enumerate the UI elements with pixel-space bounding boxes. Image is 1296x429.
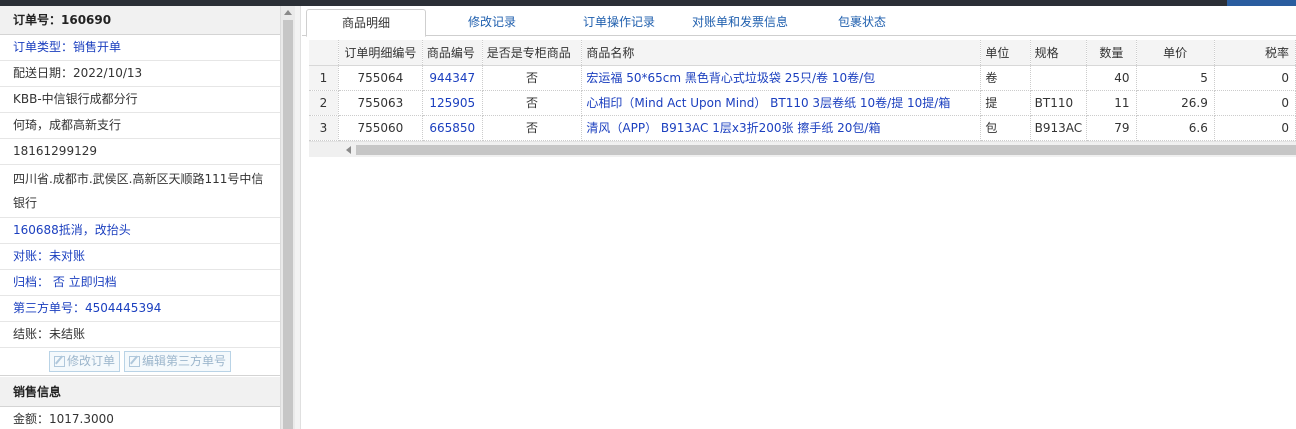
- third-party-number: 第三方单号：4504445394: [0, 296, 280, 322]
- settlement-status: 结账：未结账: [0, 322, 280, 348]
- product-name-link[interactable]: 心相印（Mind Act Upon Mind） BT110 3层卷纸 10卷/提…: [581, 90, 982, 116]
- column-header[interactable]: 单位: [980, 40, 1031, 66]
- detail-id-cell: 755063: [338, 90, 423, 116]
- counter-cell: 否: [482, 90, 583, 116]
- edit-third-party-button[interactable]: 编辑第三方单号: [124, 351, 232, 372]
- qty-cell: 79: [1086, 115, 1137, 141]
- tax-cell: 0: [1214, 115, 1296, 141]
- price-cell: 5: [1136, 65, 1215, 91]
- panel-splitter[interactable]: [295, 6, 301, 429]
- horizontal-scrollbar[interactable]: [309, 140, 1296, 157]
- column-header[interactable]: 商品名称: [581, 40, 982, 66]
- table-row[interactable]: 3 755060 665850 否 清风（APP） B913AC 1层x3折20…: [309, 115, 1296, 141]
- archive-status[interactable]: 归档： 否 立即归档: [0, 270, 280, 296]
- delivery-date: 配送日期：2022/10/13: [0, 61, 280, 87]
- row-number-header: [309, 40, 339, 66]
- detail-panel: 商品明细 修改记录 订单操作记录 对账单和发票信息 包裹状态 订单明细编号 商品…: [302, 6, 1296, 429]
- tab-bar: 商品明细 修改记录 订单操作记录 对账单和发票信息 包裹状态: [302, 6, 1296, 37]
- edit-order-button[interactable]: 修改订单: [48, 351, 120, 372]
- table-row[interactable]: 2 755063 125905 否 心相印（Mind Act Upon Mind…: [309, 90, 1296, 116]
- table-row[interactable]: 1 755064 944347 否 宏运福 50*65cm 黑色背心式垃圾袋 2…: [309, 65, 1296, 91]
- column-header[interactable]: 是否是专柜商品: [482, 40, 583, 66]
- order-note: 160688抵消，改抬头: [0, 218, 280, 244]
- scroll-left-icon[interactable]: [346, 145, 351, 154]
- row-number: 2: [309, 90, 339, 116]
- detail-id-cell: 755064: [338, 65, 423, 91]
- horizontal-scrollbar-thumb[interactable]: [356, 144, 1296, 155]
- product-id-link[interactable]: 125905: [422, 90, 483, 116]
- counter-cell: 否: [482, 115, 583, 141]
- unit-cell: 卷: [980, 65, 1031, 91]
- order-type-label: 订单类型：: [13, 40, 74, 54]
- product-id-link[interactable]: 944347: [422, 65, 483, 91]
- table-header: 订单明细编号 商品编号 是否是专柜商品 商品名称 单位 规格 数量 单价 税率: [309, 40, 1296, 66]
- tab-modify-log[interactable]: 修改记录: [442, 9, 542, 36]
- tab-product-details[interactable]: 商品明细: [306, 9, 426, 37]
- contact-phone: 18161299129: [0, 139, 280, 165]
- product-grid: 订单明细编号 商品编号 是否是专柜商品 商品名称 单位 规格 数量 单价 税率 …: [309, 40, 1296, 157]
- sales-amount: 金额：1017.3000: [0, 407, 280, 429]
- column-header[interactable]: 单价: [1136, 40, 1215, 66]
- edit-order-label: 修改订单: [66, 354, 115, 368]
- spec-cell: BT110: [1030, 90, 1088, 116]
- product-name-link[interactable]: 宏运福 50*65cm 黑色背心式垃圾袋 25只/卷 10卷/包: [581, 65, 982, 91]
- delivery-address: 四川省.成都市.武侯区.高新区天顺路111号中信银行: [0, 165, 280, 218]
- order-type: 订单类型：销售开单: [0, 35, 280, 61]
- edit-third-party-label: 编辑第三方单号: [142, 354, 227, 368]
- sales-info-title: 销售信息: [0, 377, 280, 407]
- detail-id-cell: 755060: [338, 115, 423, 141]
- spec-cell: [1030, 65, 1088, 91]
- unit-cell: 提: [980, 90, 1031, 116]
- qty-cell: 11: [1086, 90, 1137, 116]
- counter-cell: 否: [482, 65, 583, 91]
- scroll-up-icon[interactable]: [284, 10, 292, 15]
- edit-icon: [129, 356, 140, 367]
- contact-name: 何琦，成都高新支行: [0, 113, 280, 139]
- tab-statement-invoice[interactable]: 对账单和发票信息: [680, 9, 800, 36]
- column-header[interactable]: 数量: [1086, 40, 1137, 66]
- column-header[interactable]: 订单明细编号: [338, 40, 423, 66]
- scrollbar-thumb[interactable]: [283, 20, 293, 429]
- tax-cell: 0: [1214, 65, 1296, 91]
- product-id-link[interactable]: 665850: [422, 115, 483, 141]
- tab-package-status[interactable]: 包裹状态: [814, 9, 910, 36]
- order-type-value: 销售开单: [73, 40, 122, 54]
- spec-cell: B913AC: [1030, 115, 1088, 141]
- row-number: 1: [309, 65, 339, 91]
- row-number: 3: [309, 115, 339, 141]
- left-scrollbar[interactable]: [281, 6, 295, 429]
- tax-cell: 0: [1214, 90, 1296, 116]
- unit-cell: 包: [980, 115, 1031, 141]
- order-actions: 修改订单 编辑第三方单号: [0, 348, 280, 376]
- customer-name: KBB-中信银行成都分行: [0, 87, 280, 113]
- column-header[interactable]: 规格: [1030, 40, 1088, 66]
- reconcile-status: 对账：未对账: [0, 244, 280, 270]
- qty-cell: 40: [1086, 65, 1137, 91]
- product-name-link[interactable]: 清风（APP） B913AC 1层x3折200张 擦手纸 20包/箱: [581, 115, 982, 141]
- price-cell: 6.6: [1136, 115, 1215, 141]
- order-info-panel: 订单号：160690 订单类型：销售开单 配送日期：2022/10/13 KBB…: [0, 6, 281, 429]
- column-header[interactable]: 税率: [1214, 40, 1296, 66]
- order-title: 订单号：160690: [0, 6, 280, 35]
- edit-icon: [53, 356, 65, 367]
- tab-order-operation-log[interactable]: 订单操作记录: [564, 9, 674, 36]
- price-cell: 26.9: [1136, 90, 1215, 116]
- column-header[interactable]: 商品编号: [422, 40, 483, 66]
- product-table: 订单明细编号 商品编号 是否是专柜商品 商品名称 单位 规格 数量 单价 税率 …: [309, 40, 1296, 141]
